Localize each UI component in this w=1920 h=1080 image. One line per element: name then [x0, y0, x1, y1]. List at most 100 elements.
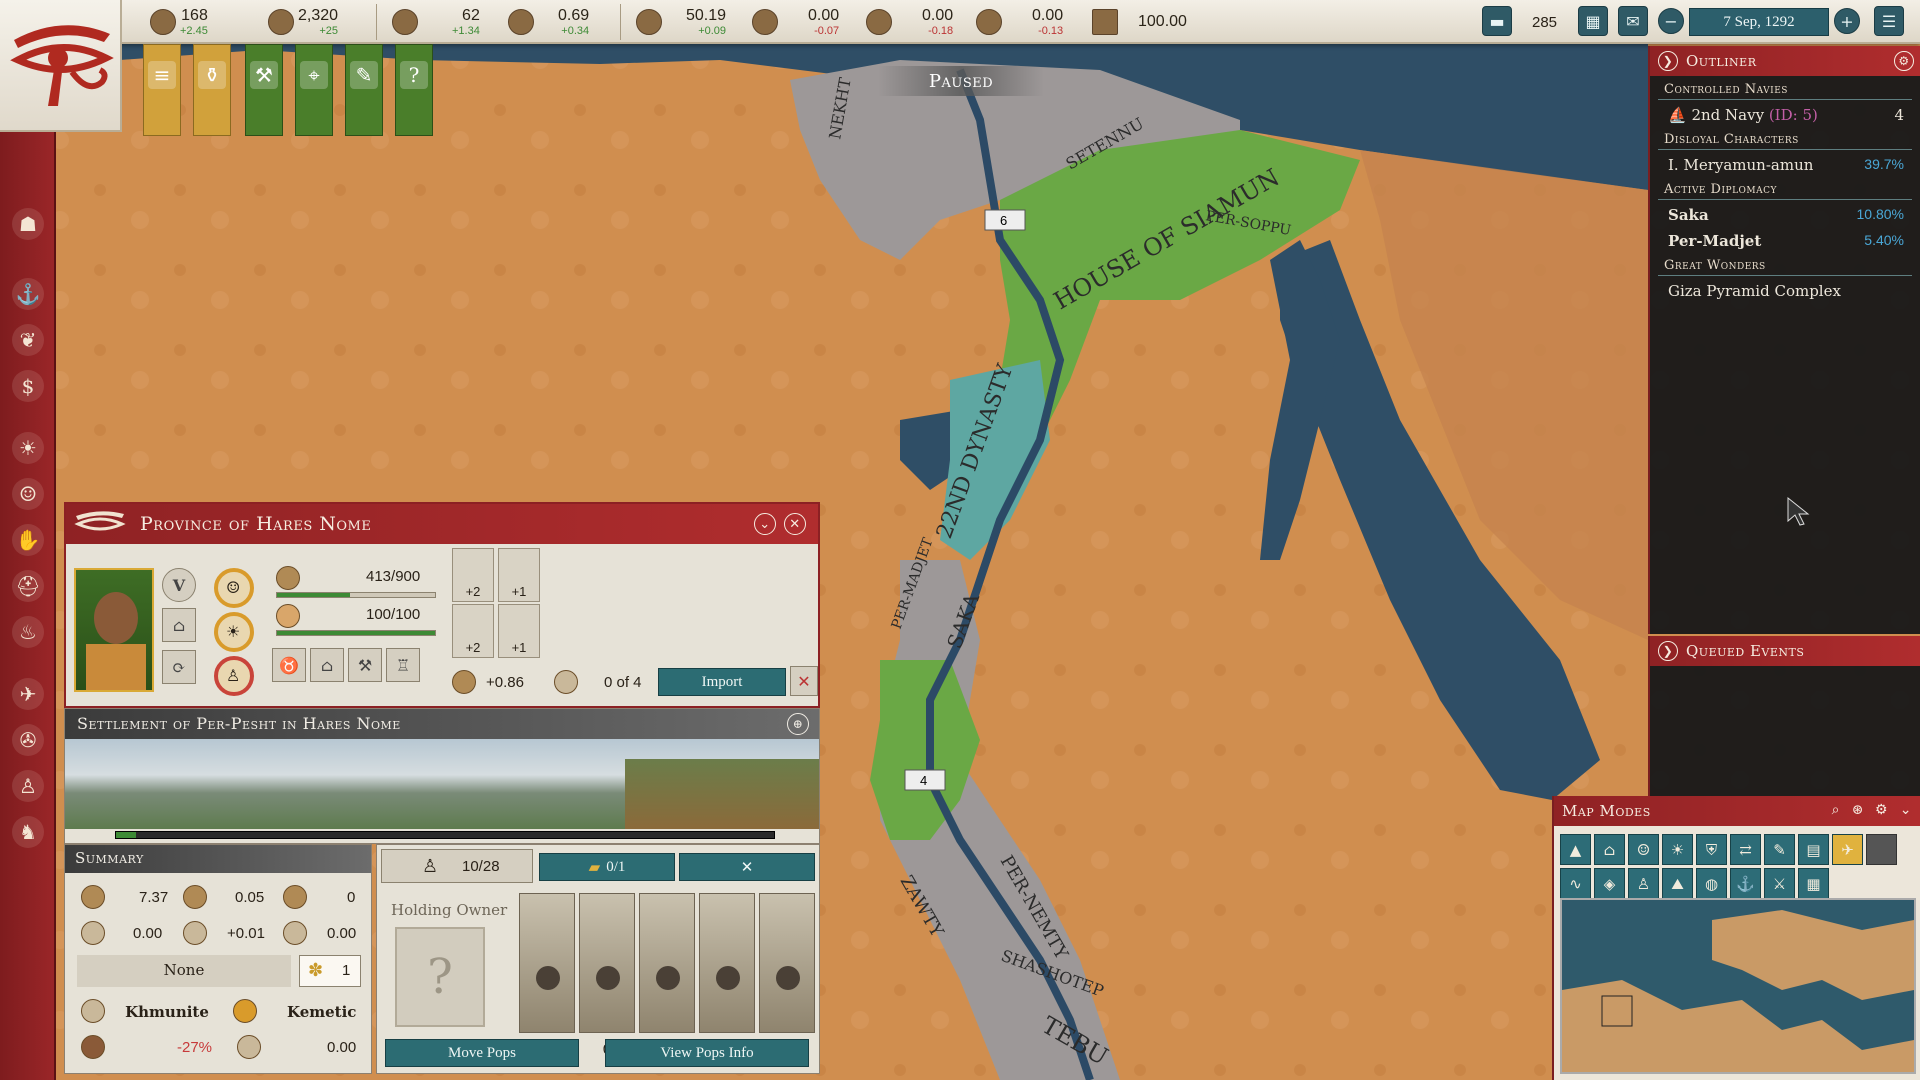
banner-decisions[interactable]: ≡	[143, 44, 181, 136]
res-stability[interactable]: 62 +1.34	[392, 2, 480, 42]
military-box[interactable]: ✕	[679, 853, 815, 881]
sidebar-government[interactable]: ☗	[12, 208, 44, 240]
gear-icon[interactable]: ⚙	[1894, 51, 1914, 71]
mapmode-globe[interactable]: ◍	[1696, 868, 1727, 899]
mapmode-religion[interactable]: ☀	[1662, 834, 1693, 865]
import-button[interactable]: Import	[658, 668, 786, 696]
summary-culture[interactable]: Khmunite	[107, 1003, 227, 1021]
pop-nobles[interactable]	[519, 893, 575, 1033]
res-war-exhaustion[interactable]: 0.00 -0.07	[752, 2, 839, 42]
view-pops-info-button[interactable]: View Pops Info	[605, 1039, 809, 1067]
building-slot-3[interactable]: ⚒	[348, 648, 382, 682]
speed-up-button[interactable]: +	[1834, 8, 1860, 34]
queued-events-header[interactable]: ❯ Queued Events	[1650, 636, 1920, 666]
pop-freemen[interactable]	[639, 893, 695, 1033]
res-manpower[interactable]: 2,320 +25	[268, 2, 338, 42]
pop-tribesmen[interactable]	[699, 893, 755, 1033]
sidebar-bird[interactable]: ✈	[12, 678, 44, 710]
chevron-right-icon[interactable]: ❯	[1658, 51, 1678, 71]
sidebar-helmet[interactable]: ⛑	[12, 570, 44, 602]
speed-down-button[interactable]: −	[1658, 8, 1684, 34]
sidebar-rider[interactable]: ♞	[12, 816, 44, 848]
close-icon[interactable]: ✕	[784, 513, 806, 535]
building-slot-4[interactable]: ♖	[386, 648, 420, 682]
sidebar-person[interactable]: ♙	[12, 770, 44, 802]
mapmode-naval[interactable]: ⚓	[1730, 868, 1761, 899]
mapmode-culture[interactable]: ☺	[1628, 834, 1659, 865]
outliner-row-per-madjet[interactable]: Per-Madjet 5.40%	[1650, 226, 1920, 252]
pops-count-box[interactable]: ♙ 10/28	[381, 849, 533, 883]
capital-button[interactable]: ⌂	[162, 608, 196, 642]
sidebar-economy[interactable]: $	[12, 370, 44, 402]
mapmode-terrain[interactable]: ▲	[1560, 834, 1591, 865]
banner-law[interactable]: ✎	[345, 44, 383, 136]
summary-religion[interactable]: Kemetic	[287, 1003, 356, 1021]
tribute-box[interactable]: ▰ 0/1	[539, 853, 675, 881]
culture-ring[interactable]: ☺	[214, 568, 254, 608]
food-tile-4[interactable]: +1	[498, 604, 540, 658]
building-slot-2[interactable]: ⌂	[310, 648, 344, 682]
sidebar-lamp[interactable]: ♨	[12, 616, 44, 648]
chevron-down-icon[interactable]: ⌄	[1900, 802, 1912, 818]
move-pops-button[interactable]: Move Pops	[385, 1039, 579, 1067]
building-slot-1[interactable]: ♉	[272, 648, 306, 682]
chat-button[interactable]: ✉	[1618, 6, 1648, 36]
sidebar-laurel[interactable]: ❦	[12, 324, 44, 356]
filter-icon[interactable]: ⊛	[1852, 802, 1864, 818]
sidebar-culture[interactable]: ☺	[12, 478, 44, 510]
food-tile-2[interactable]: +1	[498, 548, 540, 602]
governor-portrait[interactable]	[74, 568, 154, 692]
search-icon[interactable]: ⌕	[1832, 802, 1840, 818]
mapmode-buildings[interactable]: ▤	[1798, 834, 1829, 865]
res-treasury[interactable]: 168 +2.45	[150, 2, 208, 42]
res-legitimacy[interactable]: 50.19 +0.09	[636, 2, 726, 42]
pop-citizens[interactable]	[579, 893, 635, 1033]
mapmode-war[interactable]: ⚔	[1764, 868, 1795, 899]
mapmode-mountains[interactable]: ⛰	[1662, 868, 1693, 899]
mapmode-political[interactable]: ⌂	[1594, 834, 1625, 865]
country-emblem[interactable]	[0, 0, 122, 132]
banner-construction[interactable]: ⚒	[245, 44, 283, 136]
outliner-header[interactable]: ❯ Outliner ⚙	[1650, 46, 1920, 76]
holding-owner-portrait[interactable]: ?	[395, 927, 485, 1027]
ledger-button[interactable]: ▬	[1482, 6, 1512, 36]
game-date[interactable]: 7 Sep, 1292	[1689, 8, 1829, 36]
outliner-row-character[interactable]: I. Meryamun-amun 39.7%	[1650, 150, 1920, 176]
sidebar-characters[interactable]: ✋	[12, 524, 44, 556]
mapmode-army[interactable]: ✎	[1764, 834, 1795, 865]
loyalty-ring[interactable]: ♙	[214, 656, 254, 696]
pop-slaves[interactable]	[759, 893, 815, 1033]
menu-button[interactable]: ☰	[1874, 6, 1904, 36]
mapmode-provinces[interactable]: ◈	[1594, 868, 1625, 899]
res-tyranny[interactable]: 0.69 +0.34	[508, 2, 589, 42]
summary-building-slot[interactable]: None	[77, 955, 291, 987]
mapmode-grid[interactable]: ▦	[1798, 868, 1829, 899]
res-corruption[interactable]: 0.00 -0.13	[976, 2, 1063, 42]
food-tile-1[interactable]: +2	[452, 548, 494, 602]
res-military[interactable]: 100.00	[1092, 2, 1187, 42]
collapse-icon[interactable]: ⌄	[754, 513, 776, 535]
banner-map[interactable]: ⌖	[295, 44, 333, 136]
minimap[interactable]	[1560, 898, 1916, 1074]
religion-ring[interactable]: ☀	[214, 612, 254, 652]
outliner-row-navy[interactable]: ⛵ 2nd Navy (ID: 5) 4	[1650, 100, 1920, 126]
sidebar-wheel[interactable]: ✇	[12, 724, 44, 756]
mapmode-diplomacy[interactable]: ⛨	[1696, 834, 1727, 865]
sidebar-religion[interactable]: ☀	[12, 432, 44, 464]
trade-good-slot[interactable]: ✽ 1	[299, 955, 361, 987]
mapmode-population[interactable]: ♙	[1628, 868, 1659, 899]
settlement-info-icon[interactable]: ⊕	[787, 713, 809, 735]
grid-button[interactable]: ▦	[1578, 6, 1608, 36]
sidebar-military[interactable]: ⚓	[12, 278, 44, 310]
mapmode-empty[interactable]	[1866, 834, 1897, 865]
banner-unknown[interactable]: ?	[395, 44, 433, 136]
outliner-row-wonder[interactable]: Giza Pyramid Complex	[1650, 276, 1920, 302]
mapmode-special[interactable]: ✈	[1832, 834, 1863, 865]
food-tile-3[interactable]: +2	[452, 604, 494, 658]
mapmode-trade[interactable]: ⇄	[1730, 834, 1761, 865]
swap-governor-button[interactable]: ⟳	[162, 650, 196, 684]
banner-trade[interactable]: ⚱	[193, 44, 231, 136]
outliner-row-saka[interactable]: Saka 10.80%	[1650, 200, 1920, 226]
res-aggressive-expansion[interactable]: 0.00 -0.18	[866, 2, 953, 42]
mapmode-routes[interactable]: ∿	[1560, 868, 1591, 899]
